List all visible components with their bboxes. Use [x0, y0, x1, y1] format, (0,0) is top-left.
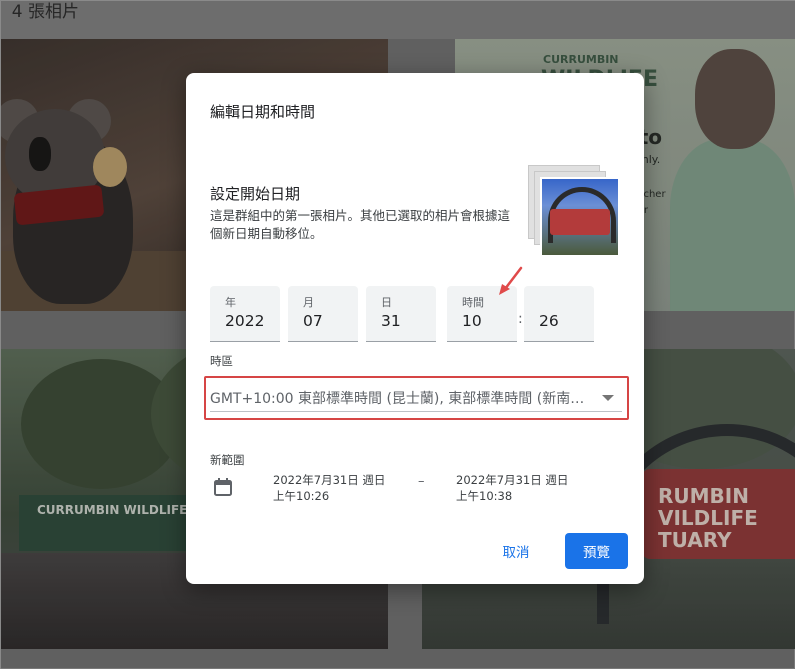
- hour-label: 時間: [462, 296, 484, 309]
- range-start-date: 2022年7月31日 週日: [273, 473, 386, 487]
- dialog-title: 編輯日期和時間: [210, 103, 316, 121]
- minute-field[interactable]: 26: [524, 286, 594, 342]
- month-label: 月: [303, 296, 314, 309]
- photo-stack-thumbnail: [528, 165, 624, 261]
- dropdown-caret-icon[interactable]: [602, 395, 614, 401]
- day-label: 日: [381, 296, 392, 309]
- thumbnail-sign: [550, 209, 610, 235]
- new-range-label: 新範圍: [210, 453, 245, 467]
- month-field[interactable]: 月 07: [288, 286, 358, 342]
- calendar-icon: [214, 478, 232, 496]
- time-separator: :: [518, 311, 523, 327]
- range-end-time: 上午10:38: [456, 489, 513, 503]
- edit-datetime-dialog: 編輯日期和時間 設定開始日期 這是群組中的第一張相片。其他已選取的相片會根據這個…: [186, 73, 644, 584]
- year-label: 年: [225, 296, 236, 309]
- timezone-label: 時區: [210, 354, 233, 368]
- timezone-value[interactable]: GMT+10:00 東部標準時間 (昆士蘭), 東部標準時間 (新南威爾斯): [210, 388, 590, 408]
- year-field[interactable]: 年 2022: [210, 286, 280, 342]
- minute-value[interactable]: 26: [539, 312, 559, 330]
- hour-value[interactable]: 10: [462, 312, 482, 330]
- section-description: 這是群組中的第一張相片。其他已選取的相片會根據這個新日期自動移位。: [210, 208, 511, 241]
- range-separator: –: [418, 474, 425, 489]
- day-field[interactable]: 日 31: [366, 286, 436, 342]
- year-value[interactable]: 2022: [225, 312, 264, 330]
- range-start: 2022年7月31日 週日 上午10:26: [273, 472, 403, 504]
- annotation-arrow-icon: [499, 266, 523, 295]
- window-frame: 4 張相片 CURRUMBIN WILDLIFE oto only. ouche…: [0, 0, 795, 669]
- range-end-date: 2022年7月31日 週日: [456, 473, 569, 487]
- preview-button[interactable]: 預覽: [565, 533, 628, 569]
- section-title: 設定開始日期: [210, 185, 301, 203]
- cancel-button[interactable]: 取消: [488, 534, 544, 568]
- day-value[interactable]: 31: [381, 312, 401, 330]
- timezone-select[interactable]: GMT+10:00 東部標準時間 (昆士蘭), 東部標準時間 (新南威爾斯): [210, 384, 622, 412]
- month-value[interactable]: 07: [303, 312, 323, 330]
- range-end: 2022年7月31日 週日 上午10:38: [456, 472, 586, 504]
- first-photo-thumbnail: [540, 177, 620, 257]
- range-start-time: 上午10:26: [273, 489, 330, 503]
